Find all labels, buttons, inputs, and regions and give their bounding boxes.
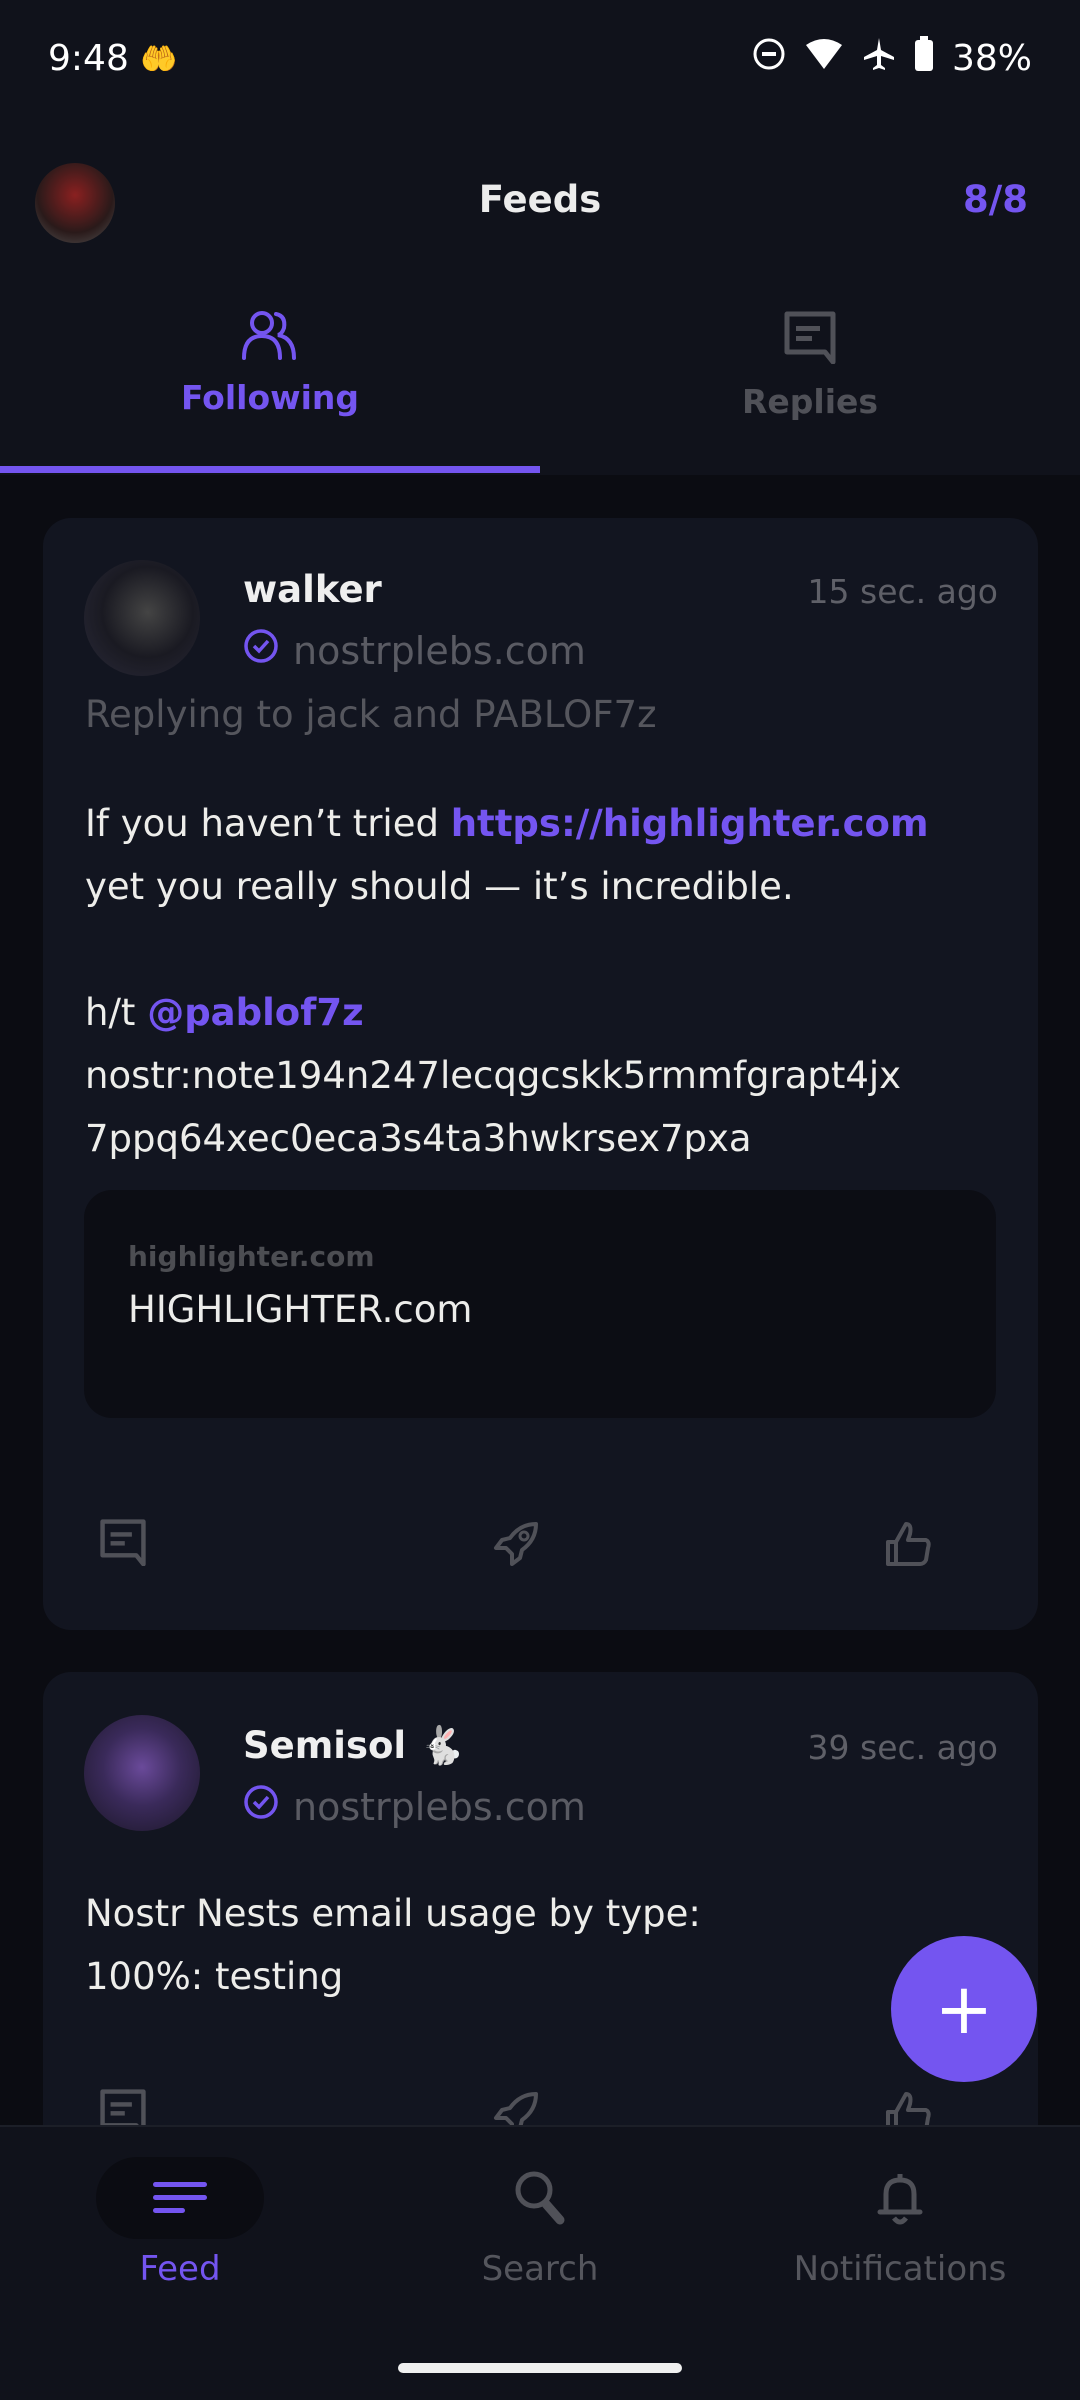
- nav-notifications[interactable]: Notifications: [720, 2157, 1080, 2289]
- author-name[interactable]: walker: [243, 568, 382, 611]
- wifi-icon: [804, 37, 844, 80]
- tab-replies[interactable]: Replies: [540, 310, 1080, 465]
- preview-title: HIGHLIGHTER.com: [128, 1288, 473, 1331]
- new-post-button[interactable]: +: [891, 1936, 1037, 2082]
- relay-count[interactable]: 8/8: [963, 178, 1028, 221]
- tab-following[interactable]: Following: [0, 310, 540, 465]
- message-icon: [783, 310, 837, 368]
- note-ref[interactable]: 7ppq64xec0eca3s4ta3hwkrsex7pxa: [85, 1107, 1015, 1170]
- nav-label: Search: [481, 2249, 599, 2289]
- nip05: nostrplebs.com: [243, 628, 586, 673]
- nav-label: Feed: [139, 2249, 221, 2289]
- body-text: If you haven’t tried: [85, 802, 451, 845]
- search-icon: [456, 2157, 624, 2239]
- body-text: yet you really should — it’s incredible.: [85, 865, 794, 908]
- preview-domain: highlighter.com: [128, 1240, 375, 1273]
- bell-icon: [816, 2157, 984, 2239]
- nav-search[interactable]: Search: [360, 2157, 720, 2289]
- status-time: 9:48: [48, 38, 129, 79]
- page-title: Feeds: [478, 178, 602, 221]
- url-link[interactable]: https://highlighter.com: [451, 802, 929, 845]
- author-avatar[interactable]: [84, 1715, 200, 1831]
- dnd-icon: [752, 37, 786, 80]
- link-preview[interactable]: highlighter.com HIGHLIGHTER.com: [84, 1190, 996, 1418]
- nav-label: Notifications: [793, 2249, 1007, 2289]
- author-name[interactable]: Semisol 🐇: [243, 1724, 465, 1768]
- post-card[interactable]: walker 15 sec. ago nostrplebs.com Replyi…: [43, 518, 1038, 1630]
- hand-coin-icon: 🤲: [140, 42, 178, 77]
- like-thumbs-up-icon[interactable]: [884, 1518, 934, 1574]
- post-body: Nostr Nests email usage by type: 100%: t…: [85, 1882, 1015, 2008]
- nav-feed[interactable]: Feed: [0, 2157, 360, 2289]
- body-text: Nostr Nests email usage by type:: [85, 1892, 701, 1935]
- post-time: 15 sec. ago: [807, 572, 998, 611]
- tab-label: Following: [180, 378, 360, 417]
- verified-icon: [243, 1784, 279, 1829]
- post-body: If you haven’t tried https://highlighter…: [85, 792, 1015, 1170]
- post-actions: [99, 1518, 934, 1574]
- battery-percent: 38%: [951, 38, 1032, 79]
- people-icon: [240, 310, 300, 364]
- reply-icon[interactable]: [99, 1518, 147, 1574]
- battery-icon: [914, 36, 934, 81]
- feed-icon: [96, 2157, 264, 2239]
- status-bar: 9:48 🤲 38%: [0, 0, 1080, 120]
- verified-icon: [243, 628, 279, 673]
- post-time: 39 sec. ago: [807, 1728, 998, 1767]
- status-icons: 38%: [752, 36, 1032, 81]
- nip05: nostrplebs.com: [243, 1784, 586, 1829]
- body-text: 100%: testing: [85, 1955, 344, 1998]
- boost-rocket-icon[interactable]: [490, 1518, 542, 1574]
- tab-label: Replies: [741, 382, 879, 421]
- bottom-nav: Feed Search Notifications: [0, 2125, 1080, 2400]
- plus-icon: +: [934, 1968, 994, 2050]
- nip05-domain: nostrplebs.com: [293, 1784, 586, 1829]
- app-header: Feeds 8/8 Following Replies: [0, 120, 1080, 475]
- airplane-icon: [862, 36, 896, 81]
- note-ref[interactable]: nostr:note194n247lecqgcskk5rmmfgrapt4jx: [85, 1044, 1015, 1107]
- active-tab-indicator: [0, 466, 540, 473]
- nip05-domain: nostrplebs.com: [293, 628, 586, 673]
- replying-to: Replying to jack and PABLOF7z: [85, 693, 657, 736]
- mention-link[interactable]: @pablof7z: [147, 991, 363, 1034]
- author-avatar[interactable]: [84, 560, 200, 676]
- body-text: h/t: [85, 991, 148, 1034]
- post-card[interactable]: Semisol 🐇 39 sec. ago nostrplebs.com Nos…: [43, 1672, 1038, 2172]
- home-gesture-bar[interactable]: [398, 2363, 682, 2373]
